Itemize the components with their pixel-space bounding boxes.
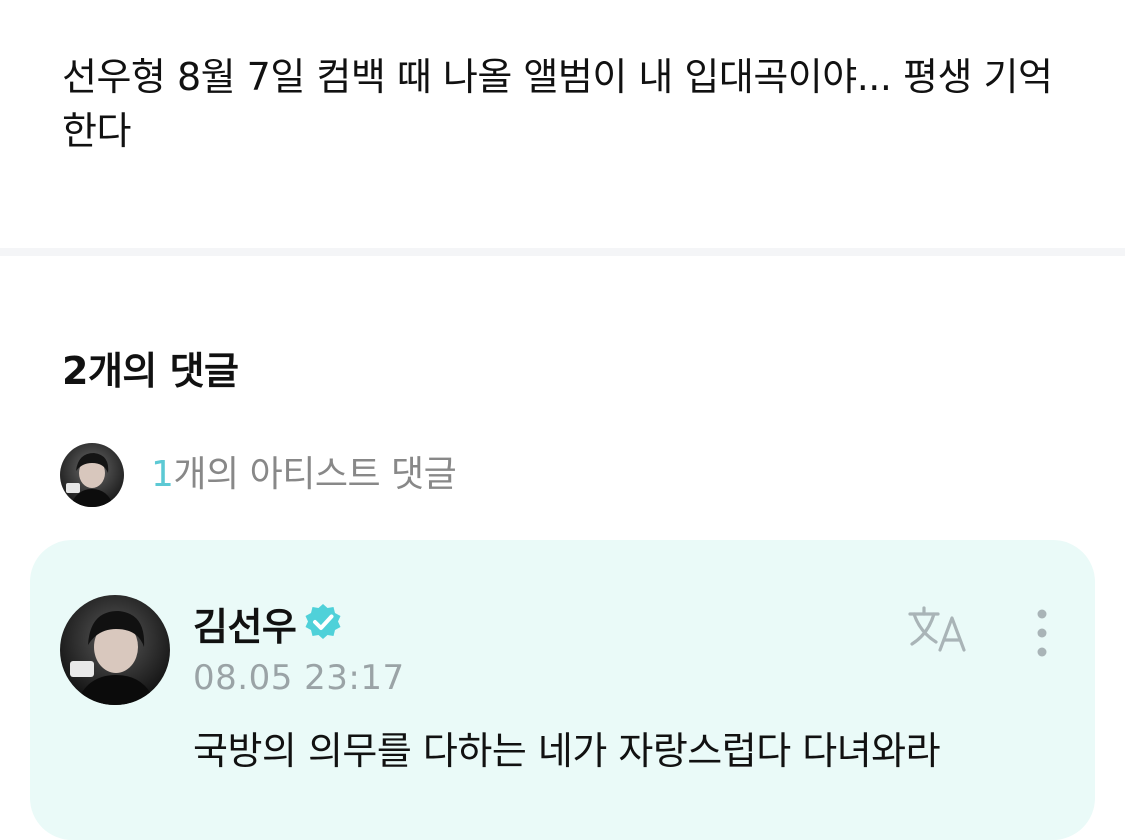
translate-icon[interactable] xyxy=(906,604,974,656)
comments-heading: 2개의 댓글 xyxy=(62,349,239,393)
section-divider xyxy=(0,248,1125,256)
comment-body-text: 국방의 의무를 다하는 네가 자랑스럽다 다녀와라 xyxy=(193,729,941,773)
artist-comments-summary[interactable]: 1개의 아티스트 댓글 xyxy=(60,443,457,507)
post-body-text: 선우형 8월 7일 컴백 때 나올 앨범이 내 입대곡이야... 평생 기억한다 xyxy=(62,55,1053,153)
artist-comments-count: 1 xyxy=(151,454,174,495)
comment-author-row: 김선우 xyxy=(193,596,344,651)
author-avatar[interactable] xyxy=(60,595,170,705)
comment-author-name[interactable]: 김선우 xyxy=(193,596,297,651)
more-vertical-icon[interactable] xyxy=(1026,606,1058,660)
artist-comment-card: 김선우 08.05 23:17 국방의 의무를 다하는 네가 자랑스럽다 다녀와… xyxy=(30,540,1095,840)
comment-timestamp: 08.05 23:17 xyxy=(193,658,405,698)
artist-comments-label: 1개의 아티스트 댓글 xyxy=(151,448,457,502)
artist-avatar-icon xyxy=(60,443,124,507)
verified-badge-icon xyxy=(302,602,344,644)
artist-comments-suffix: 개의 아티스트 댓글 xyxy=(173,454,457,495)
